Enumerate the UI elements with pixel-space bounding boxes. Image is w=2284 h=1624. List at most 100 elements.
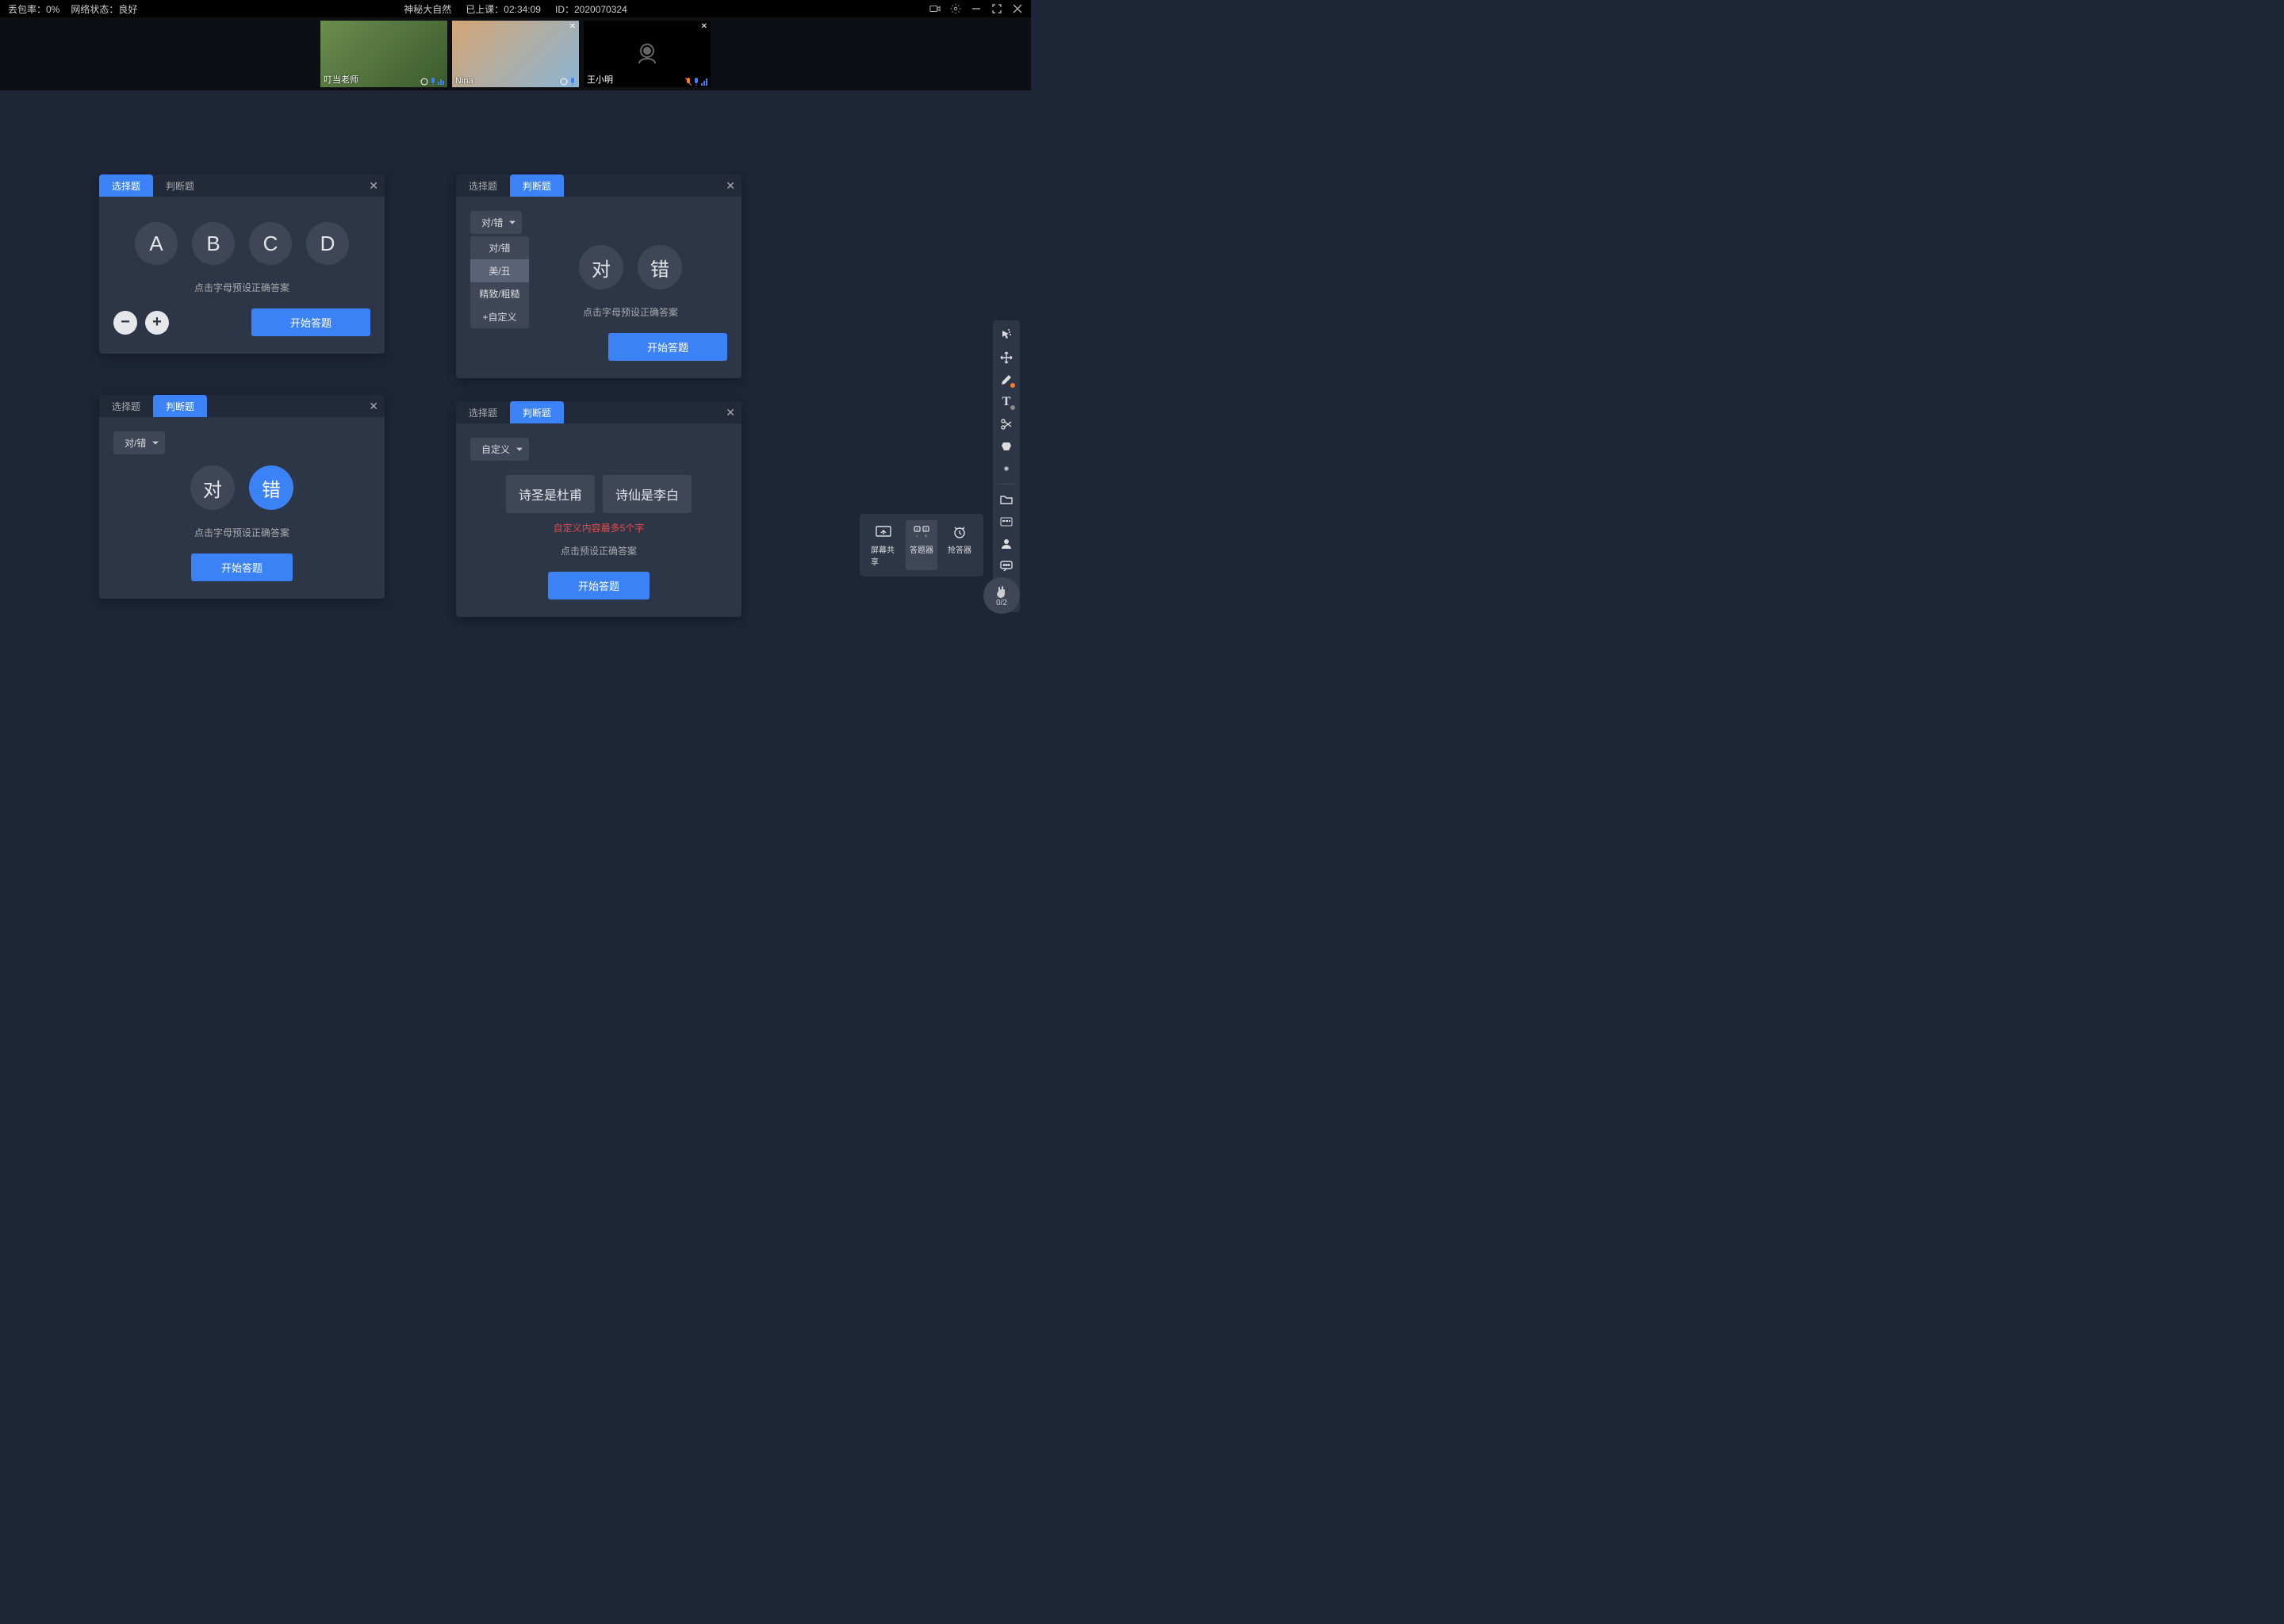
session-id: ID：2020070324 — [555, 2, 627, 16]
quiz-icon: A B ✓ ✕ — [913, 523, 930, 541]
screen-share-icon — [875, 523, 892, 541]
network-status: 网络状态：良好 — [71, 2, 137, 16]
increase-options-button[interactable]: + — [145, 311, 169, 335]
tab-choice[interactable]: 选择题 — [99, 395, 153, 417]
false-button[interactable]: 错 — [249, 465, 293, 510]
start-quiz-button[interactable]: 开始答题 — [251, 308, 370, 336]
preset-hint: 点击字母预设正确答案 — [534, 305, 727, 319]
alarm-clock-icon — [951, 523, 968, 541]
option-d-button[interactable]: D — [306, 222, 349, 265]
false-button[interactable]: 错 — [638, 245, 682, 289]
chat-tool[interactable] — [997, 556, 1016, 576]
text-tool[interactable]: T — [997, 392, 1016, 412]
video-tile-student-1[interactable]: ✕ Nina — [452, 21, 579, 87]
scissors-tool[interactable] — [997, 414, 1016, 435]
quiz-tool-button[interactable]: AB✓✕ 答题器 — [906, 520, 937, 570]
close-icon[interactable] — [1012, 3, 1023, 14]
camera-toggle-icon[interactable] — [929, 3, 941, 14]
panel-close-icon[interactable]: ✕ — [726, 179, 735, 193]
participant-name: 叮当老师 — [324, 73, 358, 86]
quiz-panel-choice: 选择题 判断题 ✕ A B C D 点击字母预设正确答案 − + 开始答题 — [99, 174, 385, 354]
buzzer-button[interactable]: 抢答器 — [944, 520, 975, 570]
right-toolbar: T — [993, 320, 1020, 612]
pen-tool[interactable] — [997, 370, 1016, 390]
participants-tool[interactable] — [997, 534, 1016, 554]
settings-icon[interactable] — [950, 3, 961, 14]
apps-tool[interactable] — [997, 511, 1016, 532]
panel-close-icon[interactable]: ✕ — [369, 179, 378, 193]
participant-name: Nina — [455, 76, 473, 86]
panel-close-icon[interactable]: ✕ — [726, 406, 735, 419]
video-close-icon[interactable]: ✕ — [569, 22, 576, 31]
svg-text:✕: ✕ — [925, 534, 927, 538]
cursor-tool[interactable] — [997, 325, 1016, 346]
tab-judgment[interactable]: 判断题 — [153, 174, 207, 197]
top-status-bar: 丢包率：0% 网络状态：良好 神秘大自然 已上课：02:34:09 ID：202… — [0, 0, 1031, 17]
volume-bars-icon — [701, 79, 707, 86]
tab-judgment[interactable]: 判断题 — [510, 401, 564, 423]
true-button[interactable]: 对 — [579, 245, 623, 289]
dropdown-item[interactable]: 精致/粗糙 — [470, 282, 529, 305]
option-b-button[interactable]: B — [192, 222, 235, 265]
raise-hand-widget[interactable]: 0/2 — [983, 577, 1020, 614]
move-tool[interactable] — [997, 347, 1016, 368]
mic-icon — [430, 78, 436, 86]
start-quiz-button[interactable]: 开始答题 — [548, 572, 650, 599]
start-quiz-button[interactable]: 开始答题 — [608, 333, 727, 361]
elapsed-time: 已上课：02:34:09 — [466, 2, 541, 16]
camera-off-icon — [631, 38, 663, 70]
fullscreen-icon[interactable] — [991, 3, 1002, 14]
custom-option-2[interactable]: 诗仙是李白 — [603, 475, 692, 513]
signal-icon — [560, 78, 568, 86]
signal-icon — [420, 78, 428, 86]
feature-popup: 屏幕共享 AB✓✕ 答题器 抢答器 — [860, 514, 983, 576]
decrease-options-button[interactable]: − — [113, 311, 137, 335]
custom-option-1[interactable]: 诗圣是杜甫 — [506, 475, 595, 513]
video-close-icon[interactable]: ✕ — [701, 22, 707, 31]
svg-text:B: B — [925, 527, 927, 531]
mic-icon — [693, 78, 699, 86]
dropdown-item[interactable]: +自定义 — [470, 305, 529, 328]
screen-share-button[interactable]: 屏幕共享 — [868, 520, 899, 570]
mic-muted-icon — [685, 78, 692, 86]
tab-choice[interactable]: 选择题 — [456, 174, 510, 197]
packet-loss: 丢包率：0% — [8, 2, 59, 16]
tab-choice[interactable]: 选择题 — [99, 174, 153, 197]
svg-text:A: A — [916, 527, 918, 531]
svg-text:✓: ✓ — [916, 534, 918, 538]
judgment-dropdown-menu: 对/错 美/丑 精致/粗糙 +自定义 — [470, 236, 529, 328]
class-title: 神秘大自然 — [404, 2, 451, 16]
option-c-button[interactable]: C — [249, 222, 292, 265]
tab-judgment[interactable]: 判断题 — [510, 174, 564, 197]
eraser-tool[interactable] — [997, 436, 1016, 457]
raised-hands-count: 0/2 — [996, 599, 1007, 607]
mic-icon — [569, 78, 576, 86]
dropdown-item[interactable]: 美/丑 — [470, 259, 529, 282]
video-strip: 叮当老师 ✕ Nina ✕ 王小明 — [0, 17, 1031, 90]
quiz-panel-custom: 选择题 判断题 ✕ 自定义 诗圣是杜甫 诗仙是李白 自定义内容最多5个字 点击预… — [456, 401, 742, 617]
judgment-type-dropdown[interactable]: 对/错 — [470, 211, 522, 234]
video-tile-student-2[interactable]: ✕ 王小明 — [584, 21, 711, 87]
preset-hint: 点击字母预设正确答案 — [113, 526, 370, 539]
option-a-button[interactable]: A — [135, 222, 178, 265]
judgment-type-dropdown[interactable]: 自定义 — [470, 438, 529, 461]
folder-tool[interactable] — [997, 489, 1016, 510]
tab-judgment[interactable]: 判断题 — [153, 395, 207, 417]
panel-close-icon[interactable]: ✕ — [369, 400, 378, 413]
preset-hint: 点击字母预设正确答案 — [113, 281, 370, 294]
tab-choice[interactable]: 选择题 — [456, 401, 510, 423]
preset-hint: 点击预设正确答案 — [470, 544, 727, 557]
laser-pointer-tool[interactable] — [997, 458, 1016, 479]
custom-error-hint: 自定义内容最多5个字 — [470, 521, 727, 534]
quiz-panel-judgment-dropdown: 选择题 判断题 ✕ 对/错 对/错 美/丑 精致/粗糙 +自定义 对 错 点击字… — [456, 174, 742, 378]
start-quiz-button[interactable]: 开始答题 — [191, 553, 293, 581]
minimize-icon[interactable] — [971, 3, 982, 14]
video-tile-teacher[interactable]: 叮当老师 — [320, 21, 447, 87]
true-button[interactable]: 对 — [190, 465, 235, 510]
participant-name: 王小明 — [587, 73, 613, 86]
hand-icon — [994, 584, 1009, 599]
quiz-panel-judgment-selected: 选择题 判断题 ✕ 对/错 对 错 点击字母预设正确答案 开始答题 — [99, 395, 385, 599]
judgment-type-dropdown[interactable]: 对/错 — [113, 431, 165, 454]
dropdown-item[interactable]: 对/错 — [470, 236, 529, 259]
volume-bars-icon — [438, 79, 444, 85]
